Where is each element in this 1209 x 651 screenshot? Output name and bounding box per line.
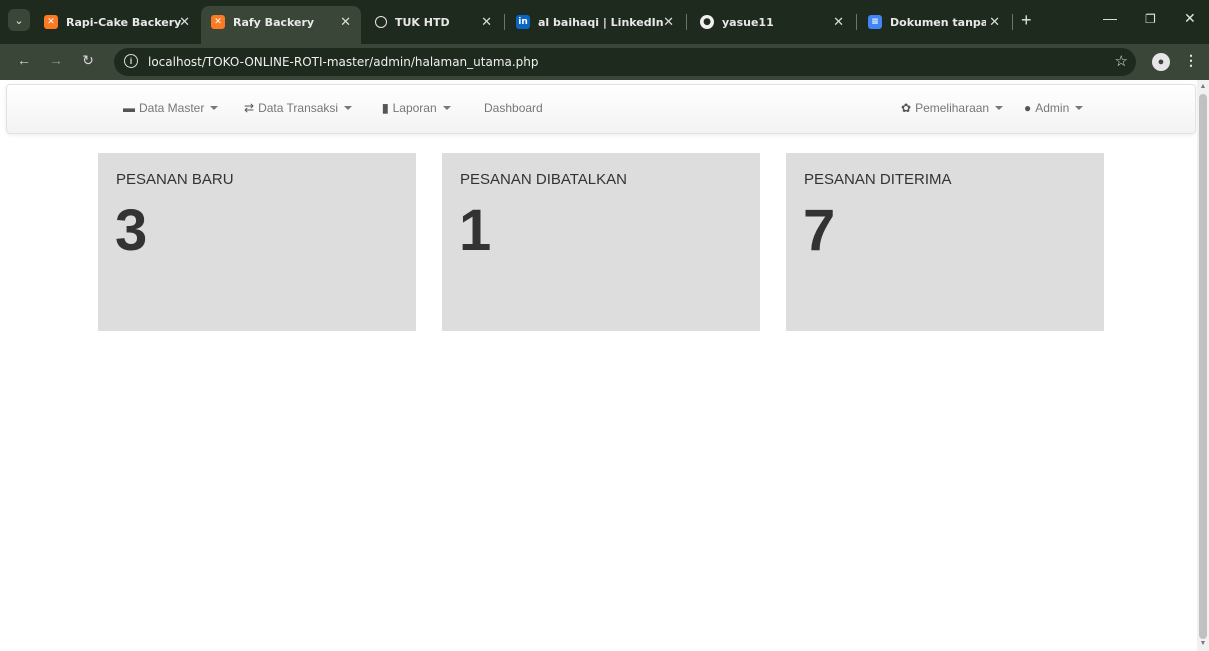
caret-down-icon bbox=[442, 106, 451, 110]
user-icon: ● bbox=[1024, 101, 1032, 115]
forward-icon[interactable]: → bbox=[46, 52, 66, 68]
page-scrollbar[interactable]: ▲ ▼ bbox=[1197, 80, 1209, 651]
tab-separator bbox=[504, 14, 505, 30]
scrollbar-thumb[interactable] bbox=[1199, 94, 1207, 639]
cog-icon: ✿ bbox=[901, 101, 912, 115]
nav-label: Dashboard bbox=[484, 101, 543, 115]
tab-search-button[interactable]: ⌄ bbox=[8, 9, 30, 31]
scroll-down-arrow-icon[interactable]: ▼ bbox=[1199, 640, 1207, 648]
linkedin-icon: in bbox=[516, 15, 530, 29]
tab-title: Rapi-Cake Backery bbox=[66, 15, 182, 29]
close-icon[interactable]: ✕ bbox=[833, 15, 844, 30]
stat-card-value: 3 bbox=[115, 198, 148, 263]
tab-title: TUK HTD bbox=[395, 15, 450, 29]
nav-data-master[interactable]: ▬ Data Master bbox=[123, 101, 219, 115]
admin-navbar: ▬ Data Master ⇄ Data Transaksi ▮ Laporan… bbox=[6, 84, 1196, 134]
caret-down-icon bbox=[344, 106, 353, 110]
nav-pemeliharaan[interactable]: ✿ Pemeliharaan bbox=[901, 101, 1004, 115]
url-text[interactable]: localhost/TOKO-ONLINE-ROTI-master/admin/… bbox=[148, 55, 539, 69]
caret-down-icon bbox=[210, 106, 219, 110]
back-icon[interactable]: ← bbox=[14, 52, 34, 68]
browser-tab-6[interactable]: ≡ Dokumen tanpa judu ✕ bbox=[858, 6, 1010, 38]
stat-card-pesanan-dibatalkan[interactable]: PESANAN DIBATALKAN 1 bbox=[442, 153, 760, 331]
nav-admin[interactable]: ● Admin bbox=[1024, 101, 1084, 115]
browser-tab-3[interactable]: TUK HTD ✕ bbox=[365, 6, 502, 38]
tab-title: al baihaqi | LinkedIn bbox=[538, 15, 664, 29]
retweet-icon: ⇄ bbox=[244, 101, 255, 115]
stat-card-value: 1 bbox=[459, 198, 492, 263]
close-icon[interactable]: ✕ bbox=[340, 15, 351, 30]
tab-separator bbox=[1012, 14, 1013, 30]
address-bar[interactable]: i localhost/TOKO-ONLINE-ROTI-master/admi… bbox=[114, 48, 1136, 76]
close-icon[interactable]: ✕ bbox=[179, 15, 190, 30]
nav-label: Pemeliharaan bbox=[915, 101, 990, 115]
scroll-up-arrow-icon[interactable]: ▲ bbox=[1199, 83, 1207, 91]
nav-label: Data Transaksi bbox=[258, 101, 339, 115]
stat-card-label: PESANAN BARU bbox=[116, 171, 234, 188]
stats-icon: ▮ bbox=[382, 101, 389, 115]
nav-data-transaksi[interactable]: ⇄ Data Transaksi bbox=[244, 101, 353, 115]
more-menu-icon[interactable]: ⋮ bbox=[1184, 52, 1198, 69]
nav-label: Data Master bbox=[139, 101, 205, 115]
browser-tab-4[interactable]: in al baihaqi | LinkedIn ✕ bbox=[506, 6, 684, 38]
stat-card-value: 7 bbox=[803, 198, 836, 263]
stat-card-pesanan-baru[interactable]: PESANAN BARU 3 bbox=[98, 153, 416, 331]
nav-label: Admin bbox=[1035, 101, 1070, 115]
browser-tab-1[interactable]: ✕ Rapi-Cake Backery ✕ bbox=[34, 6, 200, 38]
reload-icon[interactable]: ↻ bbox=[78, 52, 98, 69]
nav-laporan[interactable]: ▮ Laporan bbox=[382, 101, 451, 115]
xampp-icon: ✕ bbox=[211, 15, 225, 29]
google-docs-icon: ≡ bbox=[868, 15, 882, 29]
nav-label: Laporan bbox=[392, 101, 437, 115]
new-tab-icon[interactable]: + bbox=[1021, 10, 1032, 31]
stat-card-label: PESANAN DITERIMA bbox=[804, 171, 952, 188]
tab-title: Rafy Backery bbox=[233, 15, 315, 29]
folder-icon: ▬ bbox=[123, 101, 135, 115]
stat-card-pesanan-diterima[interactable]: PESANAN DITERIMA 7 bbox=[786, 153, 1104, 331]
tab-title: yasue11 bbox=[722, 15, 774, 29]
caret-down-icon bbox=[1075, 106, 1084, 110]
browser-toolbar: ← → ↻ i localhost/TOKO-ONLINE-ROTI-maste… bbox=[0, 44, 1209, 80]
tab-separator bbox=[686, 14, 687, 30]
browser-tab-5[interactable]: ● yasue11 ✕ bbox=[690, 6, 854, 38]
tab-separator bbox=[856, 14, 857, 30]
page-viewport: ▬ Data Master ⇄ Data Transaksi ▮ Laporan… bbox=[0, 80, 1197, 651]
github-icon: ● bbox=[700, 15, 714, 29]
browser-tab-strip: ⌄ ✕ Rapi-Cake Backery ✕ ✕ Rafy Backery ✕… bbox=[0, 0, 1209, 44]
close-window-icon[interactable]: ✕ bbox=[1184, 10, 1196, 27]
close-icon[interactable]: ✕ bbox=[989, 15, 1000, 30]
minimize-icon[interactable]: — bbox=[1103, 10, 1117, 26]
tab-title: Dokumen tanpa judu bbox=[890, 15, 986, 29]
stat-card-label: PESANAN DIBATALKAN bbox=[460, 171, 627, 188]
globe-icon bbox=[375, 16, 387, 28]
restore-icon[interactable]: ❐ bbox=[1145, 12, 1156, 26]
site-info-icon[interactable]: i bbox=[124, 54, 138, 68]
profile-icon[interactable]: ● bbox=[1152, 53, 1170, 71]
bookmark-star-icon[interactable]: ☆ bbox=[1115, 52, 1128, 70]
close-icon[interactable]: ✕ bbox=[481, 15, 492, 30]
close-icon[interactable]: ✕ bbox=[663, 15, 674, 30]
browser-tab-2[interactable]: ✕ Rafy Backery ✕ bbox=[201, 6, 361, 44]
caret-down-icon bbox=[995, 106, 1004, 110]
xampp-icon: ✕ bbox=[44, 15, 58, 29]
nav-dashboard[interactable]: Dashboard bbox=[484, 101, 543, 115]
